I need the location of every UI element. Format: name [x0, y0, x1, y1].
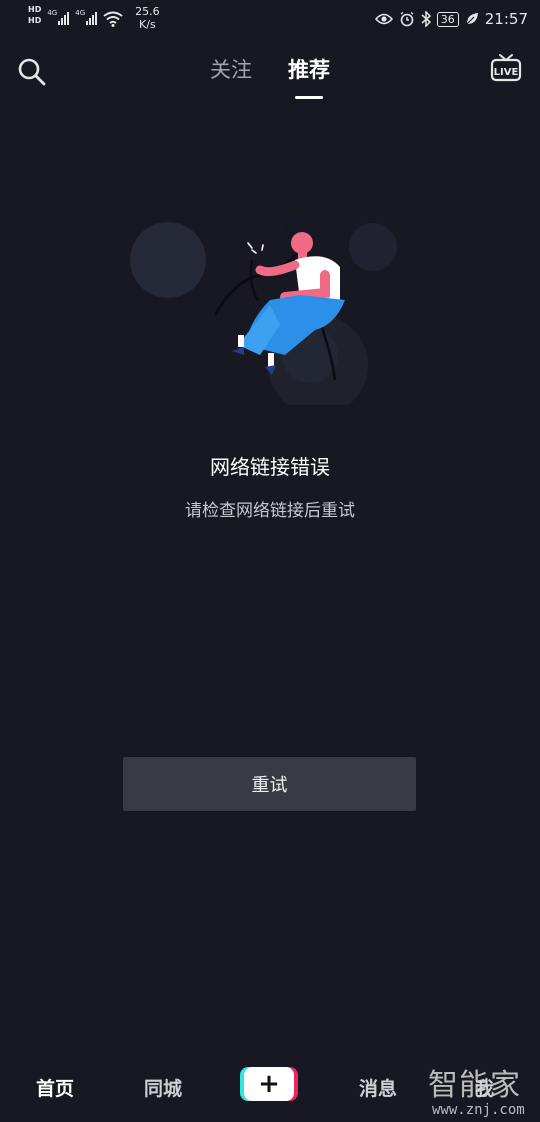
signal-icon: 4G [47, 9, 70, 25]
error-subtitle: 请检查网络链接后重试 [185, 501, 355, 521]
hd-icon: HD [28, 5, 42, 14]
retry-button[interactable]: 重试 [123, 757, 416, 811]
speed-value: 25.6 [135, 5, 160, 18]
watermark-url: www.znj.com [432, 1102, 525, 1118]
hd-indicators: HD HD [28, 5, 41, 26]
tab-follow[interactable]: 关注 [210, 54, 252, 84]
plus-icon: + [244, 1067, 294, 1101]
feed-tabs: 关注 推荐 [0, 54, 540, 99]
alarm-icon [400, 11, 414, 27]
nav-messages[interactable]: 消息 [359, 1074, 397, 1101]
error-title: 网络链接错误 [210, 455, 330, 479]
nav-home[interactable]: 首页 [36, 1074, 74, 1101]
top-nav: 关注 推荐 LIVE [0, 48, 540, 99]
status-right: 36 21:57 [374, 10, 528, 28]
network-speed: 25.6 K/s [135, 5, 160, 31]
leaf-icon [466, 13, 478, 25]
hd-icon: HD [28, 16, 42, 25]
signal-icon: 4G [75, 9, 98, 25]
network-error-illustration [130, 216, 397, 405]
tab-recommend[interactable]: 推荐 [288, 54, 330, 99]
speed-unit: K/s [139, 18, 156, 31]
battery-icon: 36 [436, 11, 459, 27]
network-type-label: 4G [75, 9, 86, 17]
watermark: 智能家 www.znj.com [428, 1060, 540, 1120]
bluetooth-icon [421, 11, 431, 27]
wifi-icon [103, 11, 123, 27]
live-label: LIVE [494, 67, 519, 78]
live-icon[interactable]: LIVE [490, 52, 522, 84]
retry-button-label: 重试 [251, 775, 288, 796]
active-tab-indicator [295, 96, 323, 99]
tab-recommend-label: 推荐 [288, 58, 330, 82]
clock-time: 21:57 [484, 10, 528, 28]
status-bar: HD HD 4G 4G 25.6 K/s 36 21:57 [0, 0, 540, 40]
status-left: HD HD 4G 4G 25.6 K/s [28, 5, 160, 31]
eye-icon [374, 13, 393, 25]
network-type-label: 4G [47, 9, 58, 17]
nav-nearby[interactable]: 同城 [144, 1074, 182, 1101]
create-button[interactable]: + [240, 1067, 298, 1101]
watermark-text: 智能家 [428, 1068, 521, 1103]
